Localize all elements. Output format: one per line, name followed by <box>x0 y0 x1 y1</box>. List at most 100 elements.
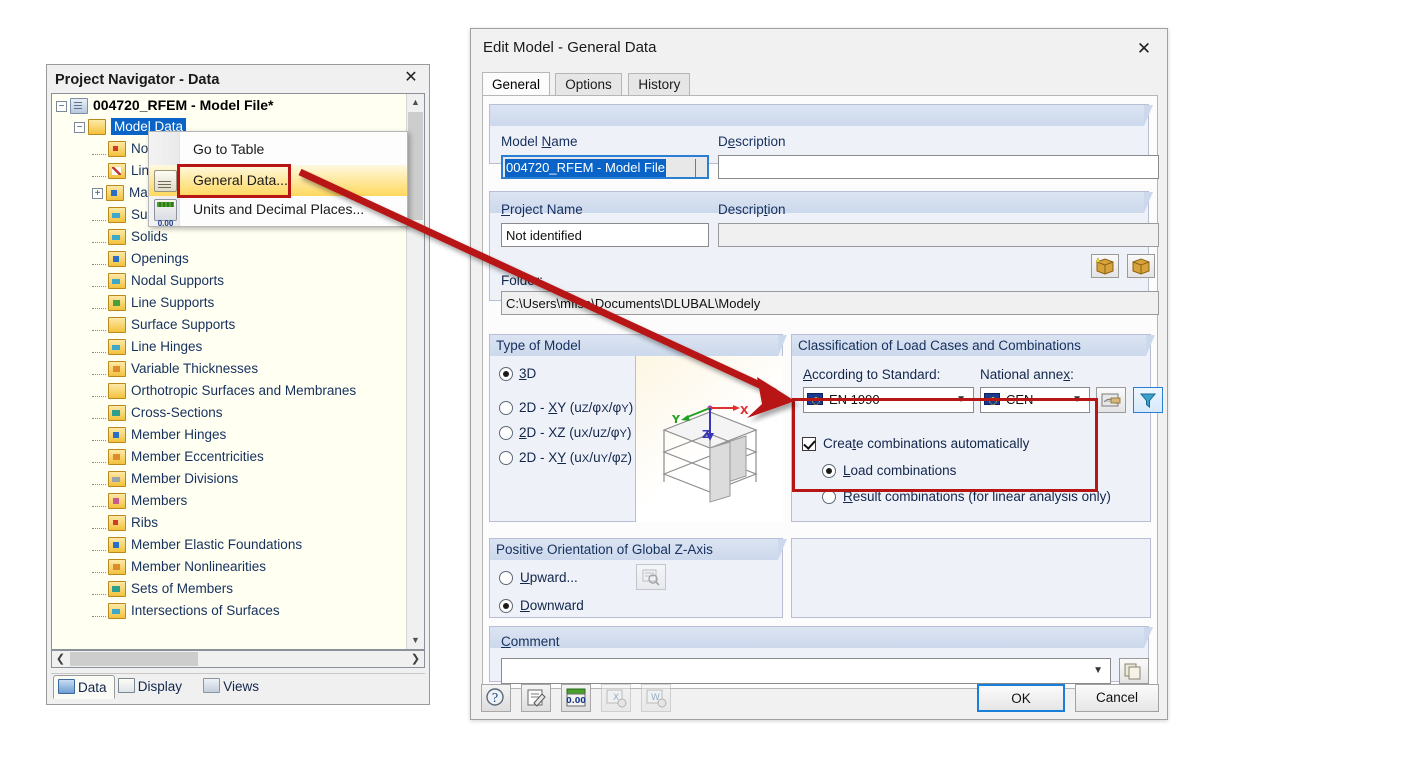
checkbox-create-combinations-automatically[interactable] <box>802 437 816 451</box>
radio-downward[interactable] <box>499 599 513 613</box>
folder-icon <box>108 581 126 598</box>
radio-model-2d-xy-ux[interactable] <box>499 451 513 465</box>
tree-item-cross-sections[interactable]: Cross-Sections <box>52 402 404 424</box>
comment-group-header <box>490 627 1153 648</box>
horizontal-scrollbar[interactable]: ❮ ❯ <box>51 650 425 668</box>
filter-icon[interactable] <box>1133 387 1163 413</box>
svg-text:Z: Z <box>702 428 710 441</box>
tree-item-openings[interactable]: Openings <box>52 248 404 270</box>
tree-item-nodal-supports[interactable]: Nodal Supports <box>52 270 404 292</box>
open-folder-icon[interactable] <box>1127 254 1155 278</box>
svg-text:0.00: 0.00 <box>566 696 586 705</box>
folder-icon <box>108 471 126 488</box>
scroll-left-arrow-icon[interactable]: ❮ <box>52 651 69 667</box>
radio-label-2d-xy-uz: 2D - XY (uZ/φX/φY) <box>519 400 634 415</box>
tree-item-surface-supports[interactable]: Surface Supports <box>52 314 404 336</box>
expander-icon[interactable]: − <box>74 121 85 133</box>
tree-item-member-hinges[interactable]: Member Hinges <box>52 424 404 446</box>
export-excel-icon[interactable]: X <box>601 684 631 712</box>
vertical-scrollbar[interactable]: ▲ ▼ <box>406 94 424 649</box>
model-description-input[interactable] <box>718 155 1159 179</box>
folder-icon <box>108 361 126 378</box>
standard-settings-icon[interactable] <box>1096 387 1126 413</box>
folder-icon <box>108 317 126 334</box>
project-description-input[interactable] <box>718 223 1159 247</box>
folder-icon <box>108 515 126 532</box>
radio-load-combinations[interactable] <box>822 464 836 478</box>
tab-general[interactable]: General <box>482 72 551 96</box>
navigator-tab-views[interactable]: Views <box>199 675 266 699</box>
tree-connector <box>92 341 106 354</box>
model-name-label: Model Name <box>501 134 578 149</box>
tree-connector <box>92 429 106 442</box>
tree-item-member-nonlinearities[interactable]: Member Nonlinearities <box>52 556 404 578</box>
tree-item-label: Ribs <box>131 515 159 530</box>
new-folder-icon[interactable] <box>1091 254 1119 278</box>
radio-model-2d-xz[interactable] <box>499 426 513 440</box>
cancel-button[interactable]: Cancel <box>1075 684 1159 712</box>
radio-label-2d-xz: 2D - XZ (uX/uZ/φY) <box>519 425 632 440</box>
radio-model-3d[interactable] <box>499 367 513 381</box>
scroll-right-arrow-icon[interactable]: ❯ <box>407 651 424 667</box>
chevron-down-icon: ▼ <box>1072 394 1082 405</box>
tree-item-label: Member Nonlinearities <box>131 559 267 574</box>
close-icon[interactable]: ✕ <box>1129 37 1159 61</box>
close-icon[interactable]: ✕ <box>402 69 420 87</box>
label-downward: Downward <box>520 598 584 613</box>
tree-item-solids[interactable]: Solids <box>52 226 404 248</box>
z-axis-preview-icon[interactable] <box>636 564 666 590</box>
standard-combobox[interactable]: EN 1990 ▼ <box>803 387 974 413</box>
eu-flag-icon <box>807 393 823 405</box>
project-name-input[interactable] <box>501 223 709 247</box>
folder-icon <box>108 537 126 554</box>
tree-item-sets-of-members[interactable]: Sets of Members <box>52 578 404 600</box>
expander-icon[interactable]: + <box>92 187 103 199</box>
context-menu[interactable]: Go to Table General Data... 0.00 Units a… <box>148 131 408 228</box>
scroll-down-arrow-icon[interactable]: ▼ <box>407 632 424 649</box>
context-menu-item-units-and-decimal-places[interactable]: 0.00 Units and Decimal Places... <box>149 194 407 228</box>
scroll-up-arrow-icon[interactable]: ▲ <box>407 94 424 111</box>
tree-item-orthotropic-surfaces-and-membranes[interactable]: Orthotropic Surfaces and Membranes <box>52 380 404 402</box>
expander-icon[interactable]: − <box>56 100 67 112</box>
tree-item-member-eccentricities[interactable]: Member Eccentricities <box>52 446 404 468</box>
tree-connector <box>92 385 106 398</box>
tree-item-member-elastic-foundations[interactable]: Member Elastic Foundations <box>52 534 404 556</box>
radio-result-combinations[interactable] <box>822 490 836 504</box>
tab-options[interactable]: Options <box>555 73 622 95</box>
units-icon[interactable]: 0.00 <box>561 684 591 712</box>
comment-library-icon[interactable] <box>1119 658 1149 684</box>
tree-item-variable-thicknesses[interactable]: Variable Thicknesses <box>52 358 404 380</box>
export-word-icon[interactable]: W <box>641 684 671 712</box>
model-name-input[interactable]: 004720_RFEM - Model File <box>501 155 709 179</box>
ok-button[interactable]: OK <box>977 684 1065 712</box>
folder-icon <box>106 185 124 202</box>
vertical-scroll-thumb[interactable] <box>408 112 423 220</box>
navigator-tab-data[interactable]: Data <box>53 675 115 699</box>
folder-icon <box>88 119 106 136</box>
tree-item-intersections-of-surfaces[interactable]: Intersections of Surfaces <box>52 600 404 622</box>
tree-item-line-hinges[interactable]: Line Hinges <box>52 336 404 358</box>
navigator-tab-display[interactable]: Display <box>114 675 189 699</box>
tab-history[interactable]: History <box>628 73 691 95</box>
model-name-group-header <box>490 105 1153 126</box>
national-annex-combobox[interactable]: CEN ▼ <box>980 387 1090 413</box>
navigator-tab-bar: Data Display Views <box>51 673 425 700</box>
label-create-combinations-automatically: Create combinations automatically <box>823 436 1030 451</box>
tree-item-ribs[interactable]: Ribs <box>52 512 404 534</box>
horizontal-scroll-thumb[interactable] <box>70 652 198 666</box>
comment-combobox[interactable]: ▼ <box>501 658 1111 684</box>
context-menu-item-general-data[interactable]: General Data... <box>149 165 407 196</box>
folder-icon <box>108 339 126 356</box>
tree-item-label: Member Divisions <box>131 471 239 486</box>
national-annex-label: National annex: <box>980 367 1074 382</box>
notes-icon[interactable] <box>521 684 551 712</box>
help-icon[interactable]: ? <box>481 684 511 712</box>
tree-item-root[interactable]: − 004720_RFEM - Model File* <box>52 94 404 116</box>
radio-model-2d-xy-uz[interactable] <box>499 401 513 415</box>
tree-item-line-supports[interactable]: Line Supports <box>52 292 404 314</box>
tree-item-members[interactable]: Members <box>52 490 404 512</box>
context-menu-item-go-to-table[interactable]: Go to Table <box>149 134 407 165</box>
folder-path-input[interactable] <box>501 291 1159 315</box>
radio-upward[interactable] <box>499 571 513 585</box>
tree-item-member-divisions[interactable]: Member Divisions <box>52 468 404 490</box>
